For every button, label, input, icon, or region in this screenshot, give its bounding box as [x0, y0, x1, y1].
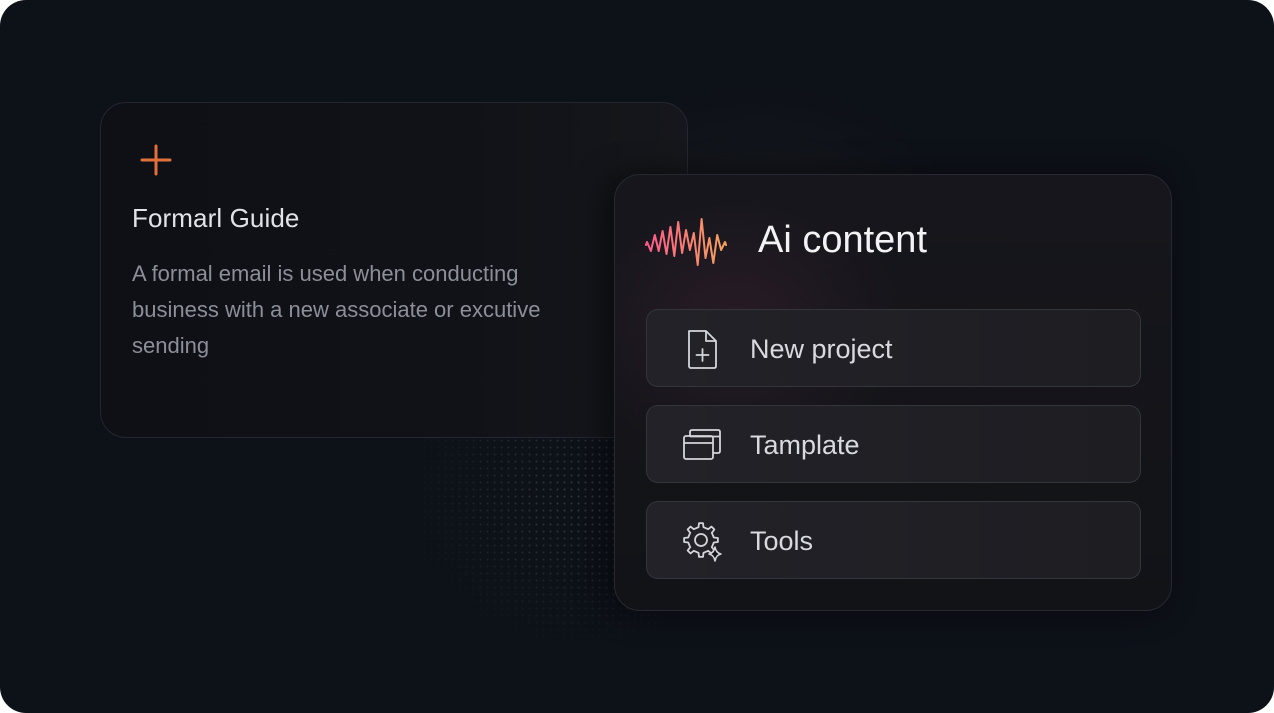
guide-description: A formal email is used when conducting b… — [132, 261, 541, 358]
plus-icon[interactable] — [139, 143, 173, 177]
guide-card[interactable]: Formarl Guide A formal email is used whe… — [100, 102, 688, 438]
new-project-label: New project — [750, 334, 893, 364]
new-file-icon — [688, 330, 717, 369]
ai-card-title: Ai content — [758, 219, 927, 261]
soundwave-icon — [645, 218, 727, 266]
new-project-button[interactable]: New project — [646, 309, 1141, 387]
windows-stack-icon — [683, 429, 721, 460]
gear-sparkle-icon — [683, 522, 722, 562]
guide-title: Formarl Guide — [132, 203, 300, 233]
template-button[interactable]: Tamplate — [646, 405, 1141, 483]
app-canvas: Formarl Guide A formal email is used whe… — [0, 0, 1274, 713]
ai-content-card: Ai content New project Tamplate Tools — [614, 174, 1172, 611]
template-label: Tamplate — [750, 430, 860, 460]
tools-label: Tools — [750, 526, 814, 556]
tools-button[interactable]: Tools — [646, 501, 1141, 579]
